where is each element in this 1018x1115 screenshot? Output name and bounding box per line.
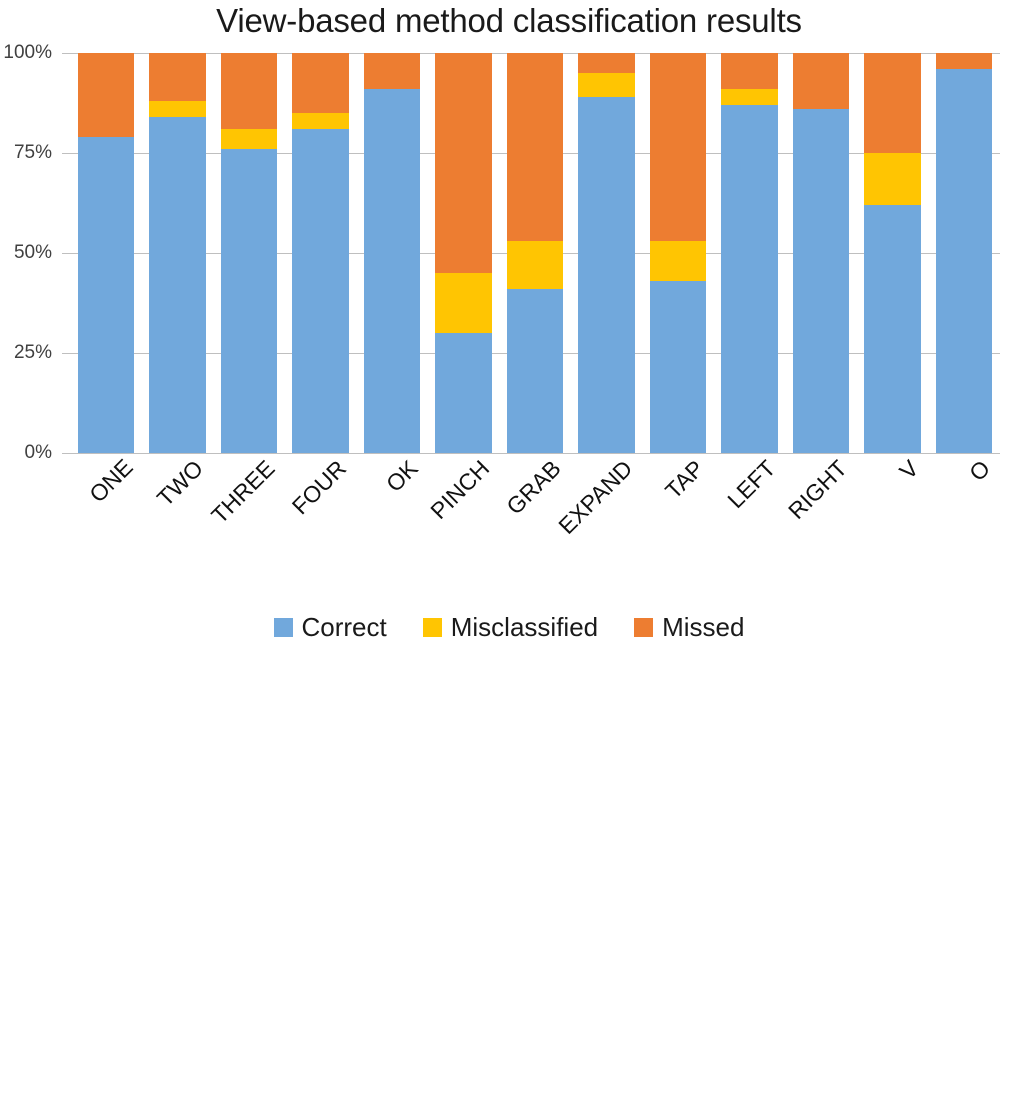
bar-segment-correct[interactable] <box>721 105 778 453</box>
y-tick-mark <box>62 253 70 254</box>
bar-segment-missed[interactable] <box>77 53 134 137</box>
legend-label: Missed <box>662 612 745 642</box>
x-tick-label-one: ONE <box>84 453 138 508</box>
bar-three[interactable] <box>220 53 278 453</box>
bar-expand[interactable] <box>578 53 635 453</box>
bar-segment-correct[interactable] <box>864 205 921 453</box>
bar-segment-correct[interactable] <box>292 129 349 453</box>
bar-right[interactable] <box>792 53 850 453</box>
bar-segment-missed[interactable] <box>435 53 492 273</box>
bar-segment-misclassified[interactable] <box>864 153 921 205</box>
legend-item-misclassified[interactable]: Misclassified <box>422 612 599 643</box>
legend-swatch-icon <box>634 618 654 637</box>
bar-segment-correct[interactable] <box>578 97 635 453</box>
legend-item-missed[interactable]: Missed <box>634 612 744 643</box>
bar-segment-missed[interactable] <box>149 53 206 101</box>
gridline <box>70 453 1000 454</box>
y-tick-mark <box>62 153 70 154</box>
y-tick-mark <box>62 353 70 354</box>
bar-segment-misclassified[interactable] <box>506 241 564 289</box>
bar-segment-misclassified[interactable] <box>649 241 707 281</box>
chart-title: View-based method classification results <box>216 2 802 39</box>
bar-segment-correct[interactable] <box>77 137 134 453</box>
y-tick-label: 75% <box>13 142 52 163</box>
bar-two[interactable] <box>149 53 206 453</box>
bar-segment-misclassified[interactable] <box>578 73 635 97</box>
y-tick-label: 50% <box>13 242 52 263</box>
x-axis: ONE TWO THREE FOUR OK PINCH GRAB EXPAND TAP LEFT R… <box>70 453 1000 605</box>
bar-segment-missed[interactable] <box>220 53 278 129</box>
bar-segment-correct[interactable] <box>792 109 850 453</box>
bar-ok[interactable] <box>363 53 421 453</box>
chart-legend: Correct Misclassified Missed <box>0 612 1018 643</box>
bar-left[interactable] <box>721 53 778 453</box>
bar-one[interactable] <box>77 53 134 453</box>
bar-segment-misclassified[interactable] <box>149 101 206 117</box>
legend-swatch-icon <box>273 618 293 637</box>
bar-segment-misclassified[interactable] <box>435 273 492 333</box>
y-tick-label: 100% <box>3 42 52 63</box>
bar-segment-missed[interactable] <box>935 53 993 69</box>
legend-label: Correct <box>301 612 387 642</box>
bar-segment-missed[interactable] <box>363 53 421 89</box>
y-tick-label: 25% <box>13 342 52 363</box>
plot-area <box>62 53 1000 454</box>
bar-segment-missed[interactable] <box>292 53 349 113</box>
bar-grab[interactable] <box>506 53 564 453</box>
y-tick-label: 0% <box>24 442 52 463</box>
bar-segment-missed[interactable] <box>506 53 564 241</box>
bar-segment-missed[interactable] <box>578 53 635 73</box>
chart-container: View-based method classification results… <box>0 0 1018 656</box>
bar-segment-missed[interactable] <box>649 53 707 241</box>
y-tick-mark <box>62 53 70 54</box>
bar-segment-missed[interactable] <box>864 53 921 153</box>
bar-v[interactable] <box>864 53 921 453</box>
y-axis: 0% 25% 50% 75% 100% <box>0 42 62 463</box>
bar-segment-correct[interactable] <box>363 89 421 453</box>
bar-segment-correct[interactable] <box>149 117 206 453</box>
bar-segment-correct[interactable] <box>435 333 492 453</box>
bar-tap[interactable] <box>649 53 707 453</box>
y-tick-mark <box>62 453 70 454</box>
bar-segment-correct[interactable] <box>649 281 707 453</box>
bar-segment-missed[interactable] <box>721 53 778 89</box>
bar-segment-misclassified[interactable] <box>220 129 278 149</box>
bar-segment-missed[interactable] <box>792 53 850 109</box>
legend-item-correct[interactable]: Correct <box>273 612 387 643</box>
bar-segment-correct[interactable] <box>506 289 564 453</box>
legend-swatch-icon <box>422 618 442 637</box>
bar-segment-correct[interactable] <box>935 69 993 453</box>
bar-segment-correct[interactable] <box>220 149 278 453</box>
legend-label: Misclassified <box>450 612 599 642</box>
bar-four[interactable] <box>292 53 349 453</box>
bar-pinch[interactable] <box>435 53 492 453</box>
bar-segment-misclassified[interactable] <box>721 89 778 105</box>
bar-o[interactable] <box>935 53 993 453</box>
bar-segment-misclassified[interactable] <box>292 113 349 129</box>
